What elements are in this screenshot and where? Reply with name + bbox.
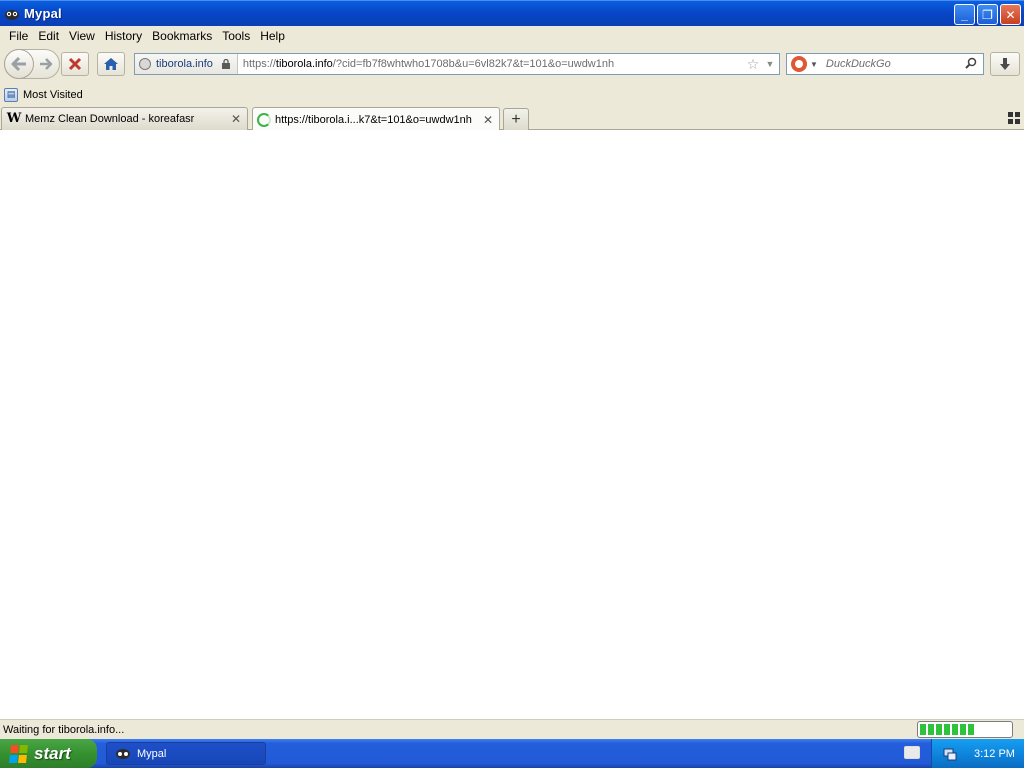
menu-file[interactable]: File <box>4 29 33 43</box>
back-arrow-icon <box>11 56 26 72</box>
windows-logo-icon <box>9 744 29 763</box>
tab-close-icon[interactable]: ✕ <box>228 112 244 126</box>
page-content[interactable] <box>0 130 1024 719</box>
plus-icon: + <box>511 110 521 128</box>
taskbar-item-mypal[interactable]: Mypal <box>106 742 266 765</box>
magnifier-icon[interactable] <box>962 57 980 72</box>
lock-icon <box>221 59 230 69</box>
back-button[interactable] <box>4 49 34 79</box>
network-icon[interactable] <box>942 746 958 762</box>
tab-memz-download[interactable]: W Memz Clean Download - koreafasr ✕ <box>1 107 248 130</box>
taskbar: start Mypal 3:12 PM <box>0 739 1024 768</box>
navigation-toolbar: tiborola.info https://tiborola.info/?cid… <box>0 46 1024 84</box>
status-bar: Waiting for tiborola.info... <box>0 719 1024 739</box>
close-icon: ✕ <box>1005 7 1016 22</box>
globe-icon <box>139 58 151 70</box>
menu-tools[interactable]: Tools <box>217 29 255 43</box>
tab-tiborola[interactable]: https://tiborola.i...k7&t=101&o=uwdw1nh … <box>252 107 500 131</box>
loading-progress-bar <box>917 721 1013 738</box>
download-arrow-icon <box>1000 58 1010 70</box>
menu-view[interactable]: View <box>64 29 100 43</box>
minimize-button[interactable]: _ <box>954 4 975 25</box>
menu-help[interactable]: Help <box>255 29 290 43</box>
tab-label: Memz Clean Download - koreafasr <box>25 113 195 125</box>
tab-close-icon[interactable]: ✕ <box>480 113 496 127</box>
title-bar: Mypal _ ❐ ✕ <box>0 0 1024 26</box>
keyboard-language-icon[interactable] <box>904 746 920 759</box>
search-input[interactable]: DuckDuckGo <box>826 58 962 70</box>
start-label: start <box>34 743 71 763</box>
home-button[interactable] <box>97 52 125 76</box>
menu-edit[interactable]: Edit <box>33 29 64 43</box>
close-button[interactable]: ✕ <box>1000 4 1021 25</box>
minimize-icon: _ <box>961 7 968 22</box>
bookmarks-toolbar: ▤ Most Visited <box>0 84 1024 105</box>
stop-button[interactable] <box>61 52 89 76</box>
site-identity-button[interactable]: tiborola.info <box>135 54 238 74</box>
bookmark-star-icon[interactable]: ☆ <box>745 56 761 73</box>
identity-label: tiborola.info <box>156 58 213 70</box>
mypal-app-icon <box>5 9 19 20</box>
url-history-dropdown-icon[interactable]: ▼ <box>763 59 777 69</box>
tab-label: https://tiborola.i...k7&t=101&o=uwdw1nh <box>275 113 472 126</box>
start-button[interactable]: start <box>0 739 97 768</box>
url-scheme: https:// <box>242 58 276 70</box>
url-path: /?cid=fb7f8whtwho1708b&u=6vl82k7&t=101&o… <box>332 58 615 70</box>
mypal-app-icon <box>116 748 130 759</box>
stop-icon <box>68 57 82 71</box>
window-title: Mypal <box>24 6 62 21</box>
most-visited-folder-icon: ▤ <box>4 87 18 102</box>
bookmark-most-visited[interactable]: Most Visited <box>23 89 83 101</box>
url-host: tiborola.info <box>275 58 333 70</box>
restore-button[interactable]: ❐ <box>977 4 998 25</box>
search-engine-dropdown-icon[interactable]: ▼ <box>810 60 818 69</box>
progress-fill <box>920 724 974 735</box>
url-text[interactable]: https://tiborola.info/?cid=fb7f8whtwho17… <box>243 58 745 70</box>
menu-bookmarks[interactable]: Bookmarks <box>147 29 217 43</box>
home-icon <box>104 58 118 70</box>
system-tray: 3:12 PM <box>931 739 1024 768</box>
forward-button[interactable] <box>37 56 55 72</box>
menu-bar: File Edit View History Bookmarks Tools H… <box>0 26 1024 46</box>
back-forward-group <box>4 49 60 79</box>
list-all-tabs-grid-icon[interactable] <box>1008 112 1020 124</box>
duckduckgo-icon[interactable] <box>791 56 807 72</box>
menu-history[interactable]: History <box>100 29 147 43</box>
restore-icon: ❐ <box>982 7 993 22</box>
taskbar-item-label: Mypal <box>137 747 167 760</box>
w-favicon-icon: W <box>6 111 22 126</box>
downloads-button[interactable] <box>990 52 1020 76</box>
search-bar[interactable]: ▼ DuckDuckGo <box>786 53 984 75</box>
new-tab-button[interactable]: + <box>503 108 529 130</box>
clock[interactable]: 3:12 PM <box>974 748 1015 760</box>
forward-arrow-icon <box>40 58 53 70</box>
loading-throbber-icon <box>257 112 271 127</box>
status-text: Waiting for tiborola.info... <box>3 723 125 736</box>
url-bar[interactable]: tiborola.info https://tiborola.info/?cid… <box>134 53 780 75</box>
tab-strip: W Memz Clean Download - koreafasr ✕ http… <box>0 105 1024 131</box>
